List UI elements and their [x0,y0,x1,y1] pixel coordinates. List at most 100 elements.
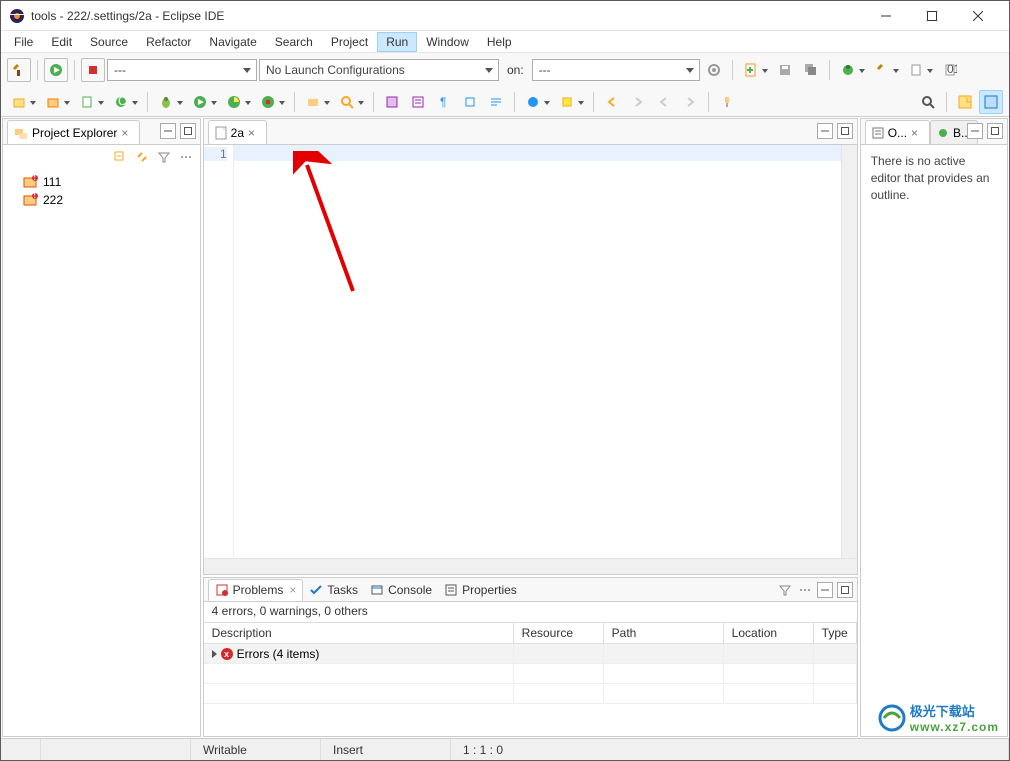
separator [732,60,733,80]
table-row[interactable] [204,664,857,684]
open-type-icon[interactable] [301,90,325,114]
menu-project[interactable]: Project [322,32,377,52]
vertical-scrollbar[interactable] [841,145,857,558]
collapse-all-icon[interactable] [112,149,128,165]
maximize-view-icon[interactable] [987,123,1003,139]
tab-label: O... [888,126,907,140]
project-item[interactable]: ! 111 [3,173,200,191]
outline-view-icon[interactable] [406,90,430,114]
task-icon[interactable] [380,90,404,114]
tasks-tab[interactable]: Tasks [303,579,364,601]
nav-up-icon[interactable] [678,90,702,114]
search-icon[interactable] [916,90,940,114]
word-wrap-icon[interactable] [484,90,508,114]
maximize-button[interactable] [909,1,955,31]
build-icon[interactable] [7,58,31,82]
view-menu-icon[interactable] [797,582,813,598]
breakpoint-icon[interactable] [521,90,545,114]
maximize-view-icon[interactable] [837,582,853,598]
separator [708,92,709,112]
save-icon[interactable] [773,58,797,82]
link-editor-icon[interactable] [134,149,150,165]
open-perspective-icon[interactable] [953,90,977,114]
properties-tab[interactable]: Properties [438,579,523,601]
new-dropdown-icon[interactable] [739,58,763,82]
run-icon[interactable] [188,90,212,114]
horizontal-scrollbar[interactable] [204,558,857,574]
file-dropdown-icon[interactable] [904,58,928,82]
gear-icon[interactable] [702,58,726,82]
minimize-view-icon[interactable] [160,123,176,139]
menu-navigate[interactable]: Navigate [200,32,265,52]
pilcrow-icon[interactable]: ¶ [432,90,456,114]
project-icon: ! [23,193,39,207]
debug-icon[interactable] [154,90,178,114]
search-tool-icon[interactable] [335,90,359,114]
col-path[interactable]: Path [604,623,724,643]
editor-text-area[interactable] [234,145,841,558]
error-group-cell: x Errors (4 items) [204,644,514,663]
console-tab[interactable]: Console [364,579,438,601]
col-description[interactable]: Description [204,623,514,643]
expression-icon[interactable] [555,90,579,114]
minimize-view-icon[interactable] [967,123,983,139]
menu-search[interactable]: Search [266,32,322,52]
project-item[interactable]: ! 222 [3,191,200,209]
maximize-view-icon[interactable] [837,123,853,139]
launch-mode-combo[interactable]: --- [107,59,257,81]
filter-icon[interactable] [156,149,172,165]
launch-target-combo[interactable]: --- [532,59,700,81]
minimize-button[interactable] [863,1,909,31]
binary-file-icon[interactable]: 010 [938,58,962,82]
close-button[interactable] [955,1,1001,31]
editor-tab[interactable]: 2a × [208,120,267,144]
nav-last-icon[interactable] [652,90,676,114]
pin-icon[interactable] [715,90,739,114]
expand-icon[interactable] [212,650,217,658]
menu-edit[interactable]: Edit [42,32,81,52]
hammer-dropdown-icon[interactable] [870,58,894,82]
menu-help[interactable]: Help [478,32,521,52]
menu-refactor[interactable]: Refactor [137,32,200,52]
editor-body[interactable]: 1 [204,145,857,558]
table-row[interactable]: x Errors (4 items) [204,644,857,664]
new-source-icon[interactable] [75,90,99,114]
close-icon[interactable]: × [289,583,296,597]
nav-back-icon[interactable] [600,90,624,114]
table-row[interactable] [204,684,857,704]
editor-panel: 2a × 1 [203,118,858,575]
nav-forward-icon[interactable] [626,90,650,114]
col-location[interactable]: Location [724,623,814,643]
outline-tab[interactable]: O... × [865,120,930,144]
close-icon[interactable]: × [911,126,923,140]
new-folder-icon[interactable] [41,90,65,114]
new-class-icon[interactable]: C [109,90,133,114]
view-menu-icon[interactable] [178,149,194,165]
save-all-icon[interactable] [799,58,823,82]
java-perspective-icon[interactable] [979,90,1003,114]
filter-icon[interactable] [777,582,793,598]
close-icon[interactable]: × [248,126,260,140]
stop-button[interactable] [81,58,105,82]
problems-tab[interactable]: Problems × [208,579,304,601]
col-type[interactable]: Type [814,623,857,643]
menu-run[interactable]: Run [377,32,417,52]
problems-table-body: x Errors (4 items) [204,644,857,736]
status-insert: Insert [321,739,451,760]
minimize-view-icon[interactable] [817,123,833,139]
col-resource[interactable]: Resource [514,623,604,643]
run-button[interactable] [44,58,68,82]
launch-config-combo[interactable]: No Launch Configurations [259,59,499,81]
minimize-view-icon[interactable] [817,582,833,598]
menu-source[interactable]: Source [81,32,137,52]
block-select-icon[interactable] [458,90,482,114]
menu-file[interactable]: File [5,32,42,52]
menu-window[interactable]: Window [417,32,478,52]
close-icon[interactable]: × [121,126,133,140]
maximize-view-icon[interactable] [180,123,196,139]
coverage-icon[interactable] [222,90,246,114]
run-last-icon[interactable] [256,90,280,114]
project-explorer-tab[interactable]: Project Explorer × [7,120,140,144]
new-project-icon[interactable] [7,90,31,114]
debug-dropdown-icon[interactable] [836,58,860,82]
